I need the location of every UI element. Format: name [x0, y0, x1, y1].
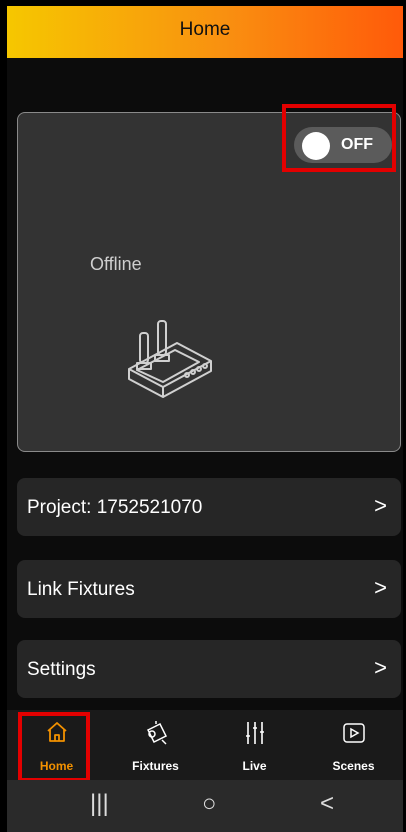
page-title: Home [179, 19, 231, 40]
device-status: Offline [90, 254, 142, 274]
app-header: Home [7, 6, 403, 58]
toggle-knob [302, 132, 330, 160]
system-navigation-bar: ||| ○ < [7, 780, 403, 832]
chevron-right-icon: > [374, 655, 387, 680]
back-button[interactable]: < [320, 790, 334, 818]
fixture-icon [106, 720, 205, 748]
toggle-label: OFF [341, 136, 373, 153]
tab-scenes-label: Scenes [332, 759, 375, 773]
tab-live[interactable]: Live [205, 710, 304, 780]
play-icon [304, 720, 403, 748]
link-fixtures-row[interactable]: Link Fixtures > [17, 560, 401, 618]
sliders-icon [205, 720, 304, 748]
power-toggle[interactable]: OFF [294, 127, 392, 163]
project-row[interactable]: Project: 1752521070 > [17, 478, 401, 536]
tab-home-label: Home [39, 759, 74, 773]
tab-home[interactable]: Home [7, 710, 106, 780]
tab-live-label: Live [242, 759, 267, 773]
chevron-right-icon: > [374, 493, 387, 518]
tab-fixtures[interactable]: Fixtures [106, 710, 205, 780]
link-fixtures-label: Link Fixtures [27, 579, 135, 600]
home-icon [7, 720, 106, 748]
bottom-tab-bar: Home Fixtures Live Scenes [7, 710, 403, 782]
settings-label: Settings [27, 659, 96, 680]
settings-row[interactable]: Settings > [17, 640, 401, 698]
chevron-right-icon: > [374, 575, 387, 600]
home-button[interactable]: ○ [202, 790, 217, 818]
controller-device-icon [128, 320, 212, 398]
tab-scenes[interactable]: Scenes [304, 710, 403, 780]
project-label: Project: 1752521070 [27, 497, 203, 518]
recents-button[interactable]: ||| [90, 790, 109, 818]
tab-fixtures-label: Fixtures [132, 759, 179, 773]
main-content: Offline OFF Project: 1752521070 > Link F… [7, 58, 403, 710]
